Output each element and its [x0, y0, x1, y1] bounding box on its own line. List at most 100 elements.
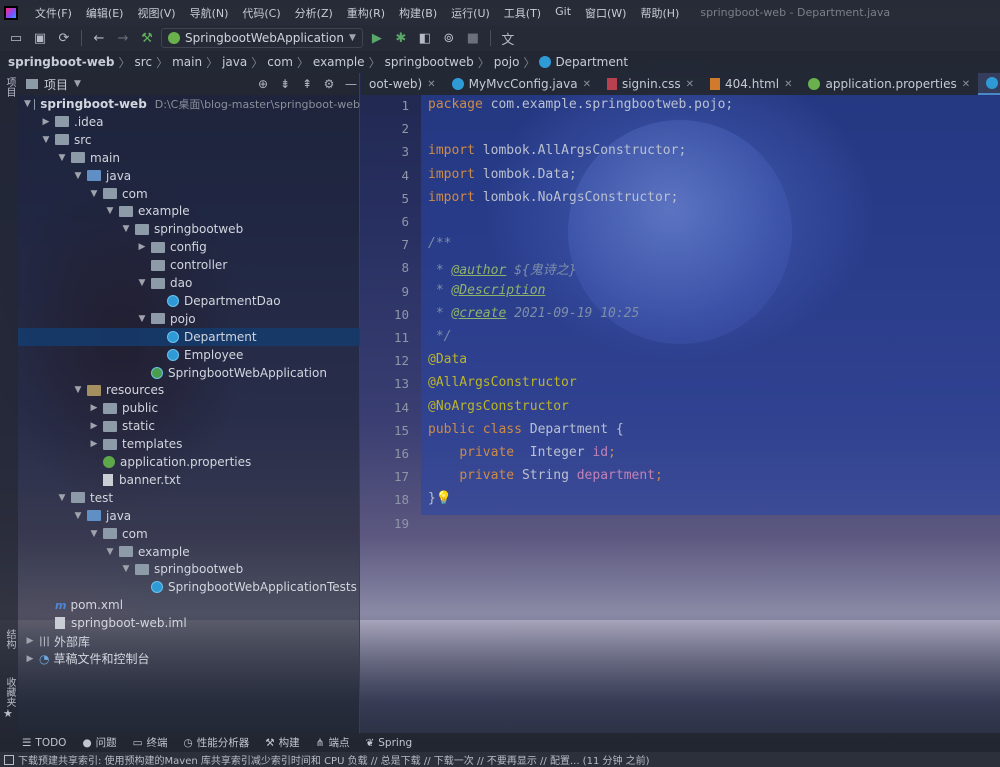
code-line[interactable]: import lombok.Data; — [428, 167, 577, 182]
menu-item[interactable]: 帮助(H) — [633, 5, 686, 21]
chevron-down-icon[interactable]: ▼ — [136, 278, 148, 288]
minimize-icon[interactable]: — — [343, 77, 359, 91]
code-line[interactable]: }💡 — [428, 491, 452, 506]
chevron-right-icon[interactable]: ▶ — [24, 654, 36, 664]
tree-item[interactable]: controller — [18, 256, 360, 274]
bottom-tool-tab[interactable]: ▭ 终端 — [133, 735, 168, 750]
debug-icon[interactable]: ✱ — [391, 28, 411, 48]
tree-item[interactable]: ▶ templates — [18, 435, 360, 453]
editor-tab[interactable]: signin.css ✕ — [599, 73, 702, 95]
favorites-tool-tab[interactable]: 收藏夹 — [2, 677, 17, 707]
code-line[interactable]: @Data — [428, 352, 467, 367]
project-tool-tab[interactable]: 项目 — [2, 77, 17, 97]
menu-item[interactable]: 运行(U) — [444, 5, 497, 21]
chevron-down-icon[interactable]: ▼ — [72, 511, 84, 521]
tree-item[interactable]: m pom.xml — [18, 596, 360, 614]
code-line[interactable]: @AllArgsConstructor — [428, 375, 577, 390]
chevron-down-icon[interactable]: ▼ — [72, 385, 84, 395]
tree-item[interactable]: ▼ test — [18, 489, 360, 507]
code-line[interactable]: /** — [428, 236, 451, 251]
tree-item[interactable]: ▼ example — [18, 543, 360, 561]
menu-item[interactable]: 代码(C) — [235, 5, 287, 21]
stop-icon[interactable]: ■ — [463, 28, 483, 48]
code-line[interactable]: @NoArgsConstructor — [428, 399, 569, 414]
code-line[interactable]: package com.example.springbootweb.pojo; — [428, 97, 733, 112]
code-line[interactable]: private Integer id; — [428, 445, 616, 460]
tree-item[interactable]: banner.txt — [18, 471, 360, 489]
chevron-right-icon[interactable]: ▶ — [40, 117, 52, 127]
back-icon[interactable]: ← — [89, 28, 109, 48]
editor-tab[interactable]: oot-web) ✕ — [361, 73, 444, 95]
bottom-tool-tab[interactable]: ❦ Spring — [365, 737, 412, 749]
tree-item[interactable]: Department — [18, 327, 360, 346]
tree-item[interactable]: application.properties — [18, 453, 360, 471]
tree-item[interactable]: ▼ java — [18, 167, 360, 185]
menu-item[interactable]: 构建(B) — [392, 5, 444, 21]
build-hammer-icon[interactable]: ⚒ — [137, 28, 157, 48]
menu-item[interactable]: 重构(R) — [340, 5, 392, 21]
breadcrumb-item[interactable]: springbootweb — [385, 55, 474, 69]
status-message[interactable]: 下载预建共享索引: 使用预构建的Maven 库共享索引减少索引时间和 CPU 负… — [18, 752, 650, 767]
chevron-down-icon[interactable]: ▼ — [74, 79, 81, 89]
close-icon[interactable]: ✕ — [427, 79, 435, 90]
editor-tab[interactable]: 404.html ✕ — [702, 73, 800, 95]
tree-item[interactable]: DepartmentDao — [18, 292, 360, 310]
lightbulb-icon[interactable]: 💡 — [436, 491, 452, 506]
chevron-down-icon[interactable]: ▼ — [88, 189, 100, 199]
tree-item[interactable]: ▼ dao — [18, 274, 360, 292]
menu-item[interactable]: Git — [548, 5, 578, 21]
chevron-down-icon[interactable]: ▼ — [56, 153, 68, 163]
tree-item[interactable]: ▼ springboot-web D:\C桌面\blog-master\spring… — [18, 95, 360, 113]
coverage-icon[interactable]: ◧ — [415, 28, 435, 48]
breadcrumb-item[interactable]: java — [222, 55, 247, 69]
tree-item[interactable]: SpringbootWebApplicationTests — [18, 578, 360, 596]
menu-item[interactable]: 分析(Z) — [288, 5, 340, 21]
chevron-right-icon[interactable]: ▶ — [88, 421, 100, 431]
collapse-all-icon[interactable]: ⇞ — [299, 77, 315, 91]
editor-tab[interactable]: Departme — [978, 73, 1000, 95]
tree-item[interactable]: ▼ example — [18, 202, 360, 220]
tree-item[interactable]: ▼ main — [18, 149, 360, 167]
tree-item[interactable]: ▶ public — [18, 399, 360, 417]
chevron-down-icon[interactable]: ▼ — [40, 135, 52, 145]
breadcrumb-item[interactable]: main — [172, 55, 202, 69]
tree-item[interactable]: ▼ com — [18, 525, 360, 543]
forward-icon[interactable]: → — [113, 28, 133, 48]
breadcrumb-item[interactable]: com — [267, 55, 293, 69]
tree-item[interactable]: SpringbootWebApplication — [18, 364, 360, 382]
locate-icon[interactable]: ⊕ — [255, 77, 271, 91]
expand-all-icon[interactable]: ⇟ — [277, 77, 293, 91]
chevron-down-icon[interactable]: ▼ — [120, 224, 132, 234]
close-icon[interactable]: ✕ — [583, 79, 591, 90]
menu-item[interactable]: 编辑(E) — [79, 5, 131, 21]
profiler-icon[interactable]: ⊚ — [439, 28, 459, 48]
tree-item[interactable]: ▼ pojo — [18, 310, 360, 328]
chevron-right-icon[interactable]: ▶ — [24, 636, 36, 646]
chevron-down-icon[interactable]: ▼ — [104, 206, 116, 216]
bottom-tool-tab[interactable]: ⚒ 构建 — [265, 735, 299, 750]
tree-item[interactable]: ▼ java — [18, 507, 360, 525]
project-panel-title[interactable]: 项目 — [44, 76, 68, 93]
chevron-down-icon[interactable]: ▼ — [72, 171, 84, 181]
tree-item[interactable]: ▶ .idea — [18, 113, 360, 131]
open-folder-icon[interactable]: ▭ — [6, 28, 26, 48]
close-icon[interactable]: ✕ — [686, 79, 694, 90]
save-icon[interactable]: ▣ — [30, 28, 50, 48]
tree-item[interactable]: springboot-web.iml — [18, 614, 360, 632]
chevron-right-icon[interactable]: ▶ — [88, 439, 100, 449]
tree-item[interactable]: Employee — [18, 346, 360, 364]
sync-icon[interactable]: ⟳ — [54, 28, 74, 48]
tree-item[interactable]: ▼ resources — [18, 381, 360, 399]
star-icon[interactable]: ★ — [3, 707, 13, 720]
editor-tab[interactable]: MyMvcConfig.java ✕ — [444, 73, 599, 95]
code-line[interactable]: import lombok.NoArgsConstructor; — [428, 190, 678, 205]
close-icon[interactable]: ✕ — [784, 79, 792, 90]
structure-tool-tab[interactable]: 结构 — [2, 629, 17, 649]
breadcrumb-item[interactable]: springboot-web — [8, 55, 115, 69]
tree-item[interactable]: ▶ ◔ 草稿文件和控制台 — [18, 650, 360, 668]
chevron-down-icon[interactable]: ▼ — [104, 547, 116, 557]
bottom-tool-tab[interactable]: ◷ 性能分析器 — [184, 735, 250, 750]
tree-item[interactable]: ▶ config — [18, 238, 360, 256]
tree-item[interactable]: ▶ static — [18, 417, 360, 435]
tree-item[interactable]: ▼ com — [18, 185, 360, 203]
